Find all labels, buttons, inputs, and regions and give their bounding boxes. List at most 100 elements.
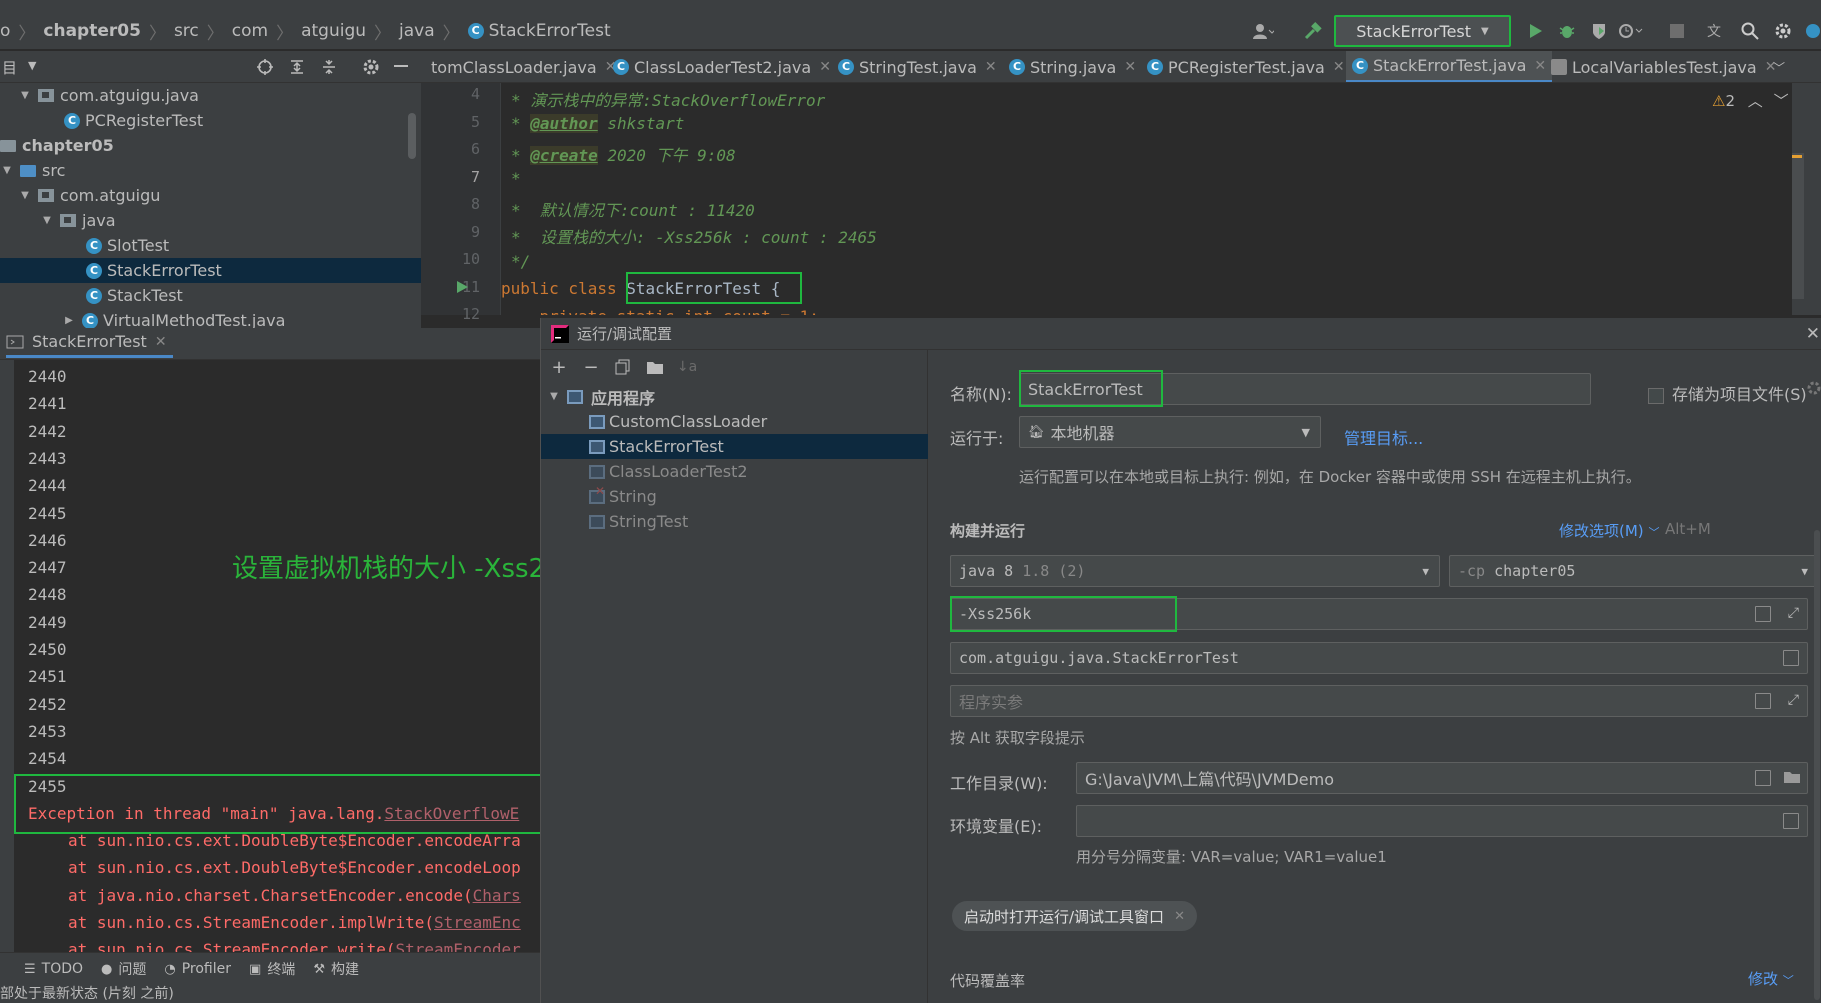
open-tool-window-chip[interactable]: 启动时打开运行/调试工具窗口 ✕ xyxy=(952,901,1197,931)
edit-env-icon[interactable] xyxy=(1783,813,1799,829)
tab-customclassloader[interactable]: tomClassLoader.java ✕ xyxy=(425,51,622,82)
plugin-icon[interactable] xyxy=(1800,18,1821,44)
close-icon[interactable]: ✕ xyxy=(819,59,831,75)
gear-icon[interactable] xyxy=(362,58,380,76)
tab-string[interactable]: C String.java ✕ xyxy=(1003,51,1142,82)
tree-item-com-atguigu-java[interactable]: ▼ com.atguigu.java xyxy=(0,83,421,108)
macro-icon[interactable] xyxy=(1755,770,1771,786)
user-icon[interactable] xyxy=(1250,18,1276,44)
run-tab[interactable]: StackErrorTest ✕ xyxy=(6,328,173,358)
chevron-down-icon[interactable]: ▼ xyxy=(547,391,561,402)
chevron-down-icon[interactable]: ▼ xyxy=(18,90,32,101)
classpath-dropdown[interactable]: -cp chapter05 ▼ xyxy=(1449,555,1819,587)
tab-localvariablestest[interactable]: LocalVariablesTest.java ✕ xyxy=(1545,51,1782,82)
close-icon[interactable]: ✕ xyxy=(155,334,167,350)
stop-icon[interactable] xyxy=(1664,18,1690,44)
tree-item-java[interactable]: ▼ java xyxy=(0,208,421,233)
coverage-modify-link[interactable]: 修改 ﹀ xyxy=(1748,968,1794,989)
crumb-chapter05[interactable]: chapter05 xyxy=(43,21,141,41)
expand-field-icon[interactable] xyxy=(1755,606,1771,622)
tree-item-chapter05[interactable]: chapter05 xyxy=(0,133,421,158)
modify-options-link[interactable]: 修改选项(M) ﹀ xyxy=(1559,520,1659,541)
run-icon[interactable] xyxy=(1522,18,1548,44)
stack-trace-source-link[interactable]: StreamEncoder xyxy=(396,940,521,952)
tree-item-com-atguigu[interactable]: ▼ com.atguigu xyxy=(0,183,421,208)
tool-build[interactable]: ⚒ 构建 xyxy=(313,959,359,979)
crumb-atguigu[interactable]: atguigu xyxy=(301,21,366,41)
main-class-field[interactable]: com.atguigu.java.StackErrorTest xyxy=(950,642,1808,674)
tool-problems[interactable]: ● 问题 xyxy=(101,959,146,979)
close-icon[interactable]: ✕ xyxy=(1174,909,1185,924)
tab-stringtest[interactable]: C StringTest.java ✕ xyxy=(832,51,1003,82)
expand-all-icon[interactable] xyxy=(288,58,306,76)
fullscreen-icon[interactable]: ⤢ xyxy=(1788,692,1799,708)
tree-item-slottest[interactable]: C SlotTest xyxy=(0,233,421,258)
sort-icon[interactable]: ↓a xyxy=(671,359,703,375)
tab-pcregistertest[interactable]: C PCRegisterTest.java ✕ xyxy=(1141,51,1351,82)
jdk-dropdown[interactable]: java 8 1.8 (2) ▼ xyxy=(950,555,1440,587)
tool-profiler[interactable]: ◔ Profiler xyxy=(164,961,231,977)
tab-stackerrortest[interactable]: C StackErrorTest.java ✕ xyxy=(1346,51,1553,82)
expand-field-icon[interactable] xyxy=(1755,693,1771,709)
chevron-right-icon[interactable]: ▶ xyxy=(62,315,76,326)
env-field[interactable] xyxy=(1076,805,1808,837)
gear-icon[interactable] xyxy=(1806,380,1821,396)
build-hammer-icon[interactable] xyxy=(1300,18,1326,44)
chevron-down-icon[interactable]: ▼ xyxy=(40,215,54,226)
crumb-src[interactable]: src xyxy=(174,21,199,41)
warning-marker[interactable] xyxy=(1792,155,1802,158)
chevron-down-icon[interactable]: ﹀ xyxy=(1773,59,1785,76)
tree-item-stacktest[interactable]: C StackTest xyxy=(0,283,421,308)
config-item-string[interactable]: ✕ String xyxy=(541,484,928,509)
run-config-selector[interactable]: StackErrorTest ▼ xyxy=(1334,15,1511,47)
store-checkbox[interactable] xyxy=(1648,387,1664,404)
add-icon[interactable]: + xyxy=(543,357,575,378)
search-icon[interactable] xyxy=(1737,18,1763,44)
workdir-field[interactable]: G:\Java\JVM\上篇\代码\JVMDemo xyxy=(1076,762,1808,794)
editor-scrollbar[interactable] xyxy=(1792,153,1804,299)
close-icon[interactable]: ✕ xyxy=(1333,59,1345,75)
fullscreen-icon[interactable]: ⤢ xyxy=(1788,605,1799,621)
locate-icon[interactable] xyxy=(256,58,274,76)
tool-todo[interactable]: ☰ TODO xyxy=(24,961,83,977)
chevron-down-icon[interactable]: ▼ xyxy=(18,190,32,201)
store-as-project-file[interactable]: 存储为项目文件(S) xyxy=(1648,381,1807,405)
config-item-customclassloader[interactable]: CustomClassLoader xyxy=(541,409,928,434)
close-icon[interactable]: ✕ xyxy=(985,59,997,75)
warning-counter[interactable]: ⚠2 ︿ ﹀ xyxy=(1712,90,1789,111)
chevron-down-icon[interactable]: ▼ xyxy=(28,59,36,72)
config-item-stackerrortest[interactable]: StackErrorTest xyxy=(541,434,928,459)
debug-icon[interactable] xyxy=(1554,18,1580,44)
browse-class-icon[interactable] xyxy=(1783,650,1799,666)
settings-scrollbar[interactable] xyxy=(1814,530,1820,1000)
collapse-all-icon[interactable] xyxy=(320,58,338,76)
program-args-field[interactable]: 程序实参 ⤢ xyxy=(950,685,1808,717)
copy-icon[interactable] xyxy=(607,359,639,375)
tree-item-pcregistertest[interactable]: C PCRegisterTest xyxy=(0,108,421,133)
chevron-down-icon[interactable]: ▼ xyxy=(0,165,14,176)
coverage-icon[interactable] xyxy=(1586,18,1612,44)
config-item-stringtest[interactable]: StringTest xyxy=(541,509,928,534)
remove-icon[interactable]: − xyxy=(575,357,607,378)
crumb-java[interactable]: java xyxy=(399,21,435,41)
stack-trace-source-link[interactable]: Chars xyxy=(473,886,521,905)
gear-icon[interactable] xyxy=(1770,18,1796,44)
close-icon[interactable]: ✕ xyxy=(1806,324,1820,344)
folder-icon[interactable] xyxy=(1783,770,1801,784)
config-item-classloadertest2[interactable]: ClassLoaderTest2 xyxy=(541,459,928,484)
manage-targets-link[interactable]: 管理目标... xyxy=(1344,425,1423,449)
run-on-dropdown[interactable]: 🏠︎ 本地机器 ▼ xyxy=(1019,416,1321,448)
tree-item-virtualmethodtest[interactable]: ▶ C VirtualMethodTest.java xyxy=(0,308,421,328)
console-output[interactable]: 2440 2441 2442 2443 2444 2445 2446 2447 2448 2449… xyxy=(14,360,540,952)
minimize-icon[interactable] xyxy=(394,65,408,67)
tree-item-src[interactable]: ▼ src xyxy=(0,158,421,183)
tree-scrollbar[interactable] xyxy=(408,113,416,159)
tree-item-stackerrortest[interactable]: C StackErrorTest xyxy=(0,258,421,283)
tab-classloadertest2[interactable]: C ClassLoaderTest2.java ✕ xyxy=(607,51,837,82)
config-group-application[interactable]: ▼ 应用程序 xyxy=(541,384,928,409)
profiler-icon[interactable] xyxy=(1618,18,1644,44)
crumb-com[interactable]: com xyxy=(232,21,268,41)
translate-icon[interactable]: 文 xyxy=(1704,18,1730,44)
tool-terminal[interactable]: ▣ 终端 xyxy=(249,959,295,979)
close-icon[interactable]: ✕ xyxy=(1124,59,1136,75)
